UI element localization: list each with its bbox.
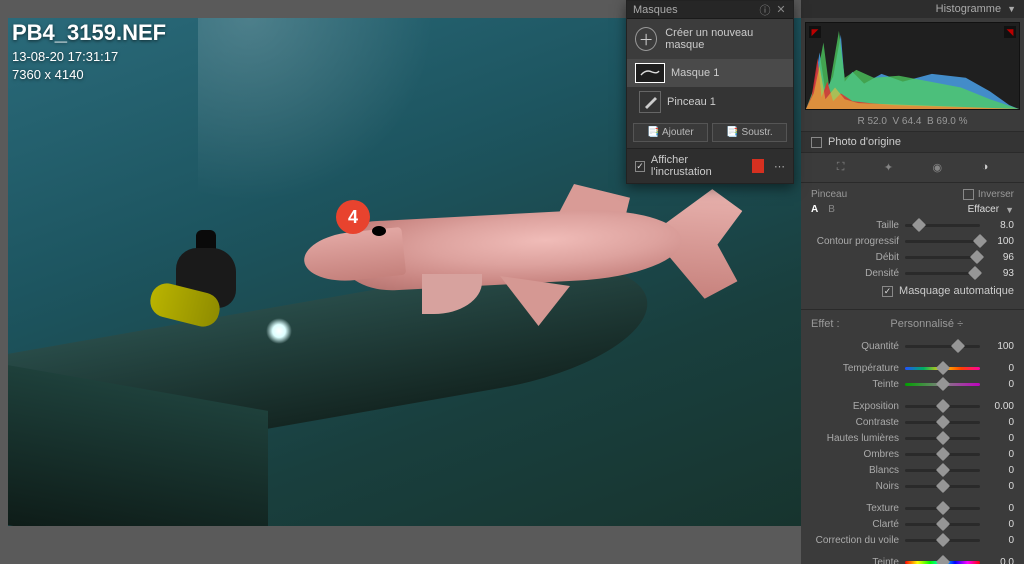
slider-exposition[interactable]: Exposition 0.00 (811, 398, 1014, 414)
overlay-checkbox[interactable]: ✓ (635, 161, 645, 172)
masks-panel[interactable]: Masques ⓘ ✕ ＋ Créer un nouveau masque Ma… (626, 0, 794, 184)
invert-checkbox[interactable] (963, 189, 974, 200)
slider-blancs[interactable]: Blancs 0 (811, 462, 1014, 478)
slider-temperature[interactable]: Température 0 (811, 360, 1014, 376)
slider-contraste[interactable]: Contraste 0 (811, 414, 1014, 430)
slider-taille[interactable]: Taille 8.0 (811, 217, 1014, 233)
redeye-icon[interactable]: ◉ (933, 161, 943, 174)
invert-label: Inverser (978, 189, 1014, 200)
close-icon[interactable]: ✕ (775, 4, 787, 16)
mask-icon[interactable]: ◑ (982, 161, 989, 174)
chevron-down-icon[interactable]: ▼ (1005, 205, 1014, 215)
slider-voile[interactable]: Correction du voile 0 (811, 532, 1014, 548)
brush-a-tab[interactable]: A (811, 204, 818, 215)
step-marker: 4 (336, 200, 370, 234)
fish-mask-overlay (330, 158, 730, 338)
masks-panel-title: Masques (633, 4, 678, 16)
effect-label: Effet : (811, 318, 840, 330)
erase-tab[interactable]: Effacer (968, 204, 1000, 215)
slider-densite[interactable]: Densité 93 (811, 265, 1014, 281)
overlay-menu-icon[interactable]: ⋯ (774, 160, 785, 173)
diver (150, 230, 280, 350)
original-label: Photo d'origine (828, 136, 901, 148)
brush-b-tab[interactable]: B (828, 204, 835, 215)
mask-thumb (635, 63, 665, 83)
automask-label: Masquage automatique (899, 285, 1014, 297)
create-mask-row[interactable]: ＋ Créer un nouveau masque (627, 19, 793, 59)
overlay-label: Afficher l'incrustation (651, 154, 740, 178)
tool-mode-strip: ⛶ ✦ ◉ ◑ (801, 153, 1024, 183)
create-mask-label: Créer un nouveau masque (665, 27, 785, 51)
slider-highlights[interactable]: Hautes lumières 0 (811, 430, 1014, 446)
slider-noirs[interactable]: Noirs 0 (811, 478, 1014, 494)
image-dimensions: 7360 x 4140 (12, 67, 166, 82)
histogram[interactable]: ◤ ◥ (805, 22, 1020, 110)
heal-icon[interactable]: ✦ (884, 161, 893, 174)
rgb-readout: R 52.0 V 64.4 B 69.0 % (801, 114, 1024, 131)
automask-checkbox[interactable]: ✓ (882, 286, 893, 297)
info-icon[interactable]: ⓘ (759, 4, 771, 16)
crop-icon[interactable]: ⛶ (837, 161, 845, 174)
add-mask-icon[interactable]: ＋ (635, 27, 657, 51)
brush-item-label: Pinceau 1 (667, 96, 716, 108)
slider-clarte[interactable]: Clarté 0 (811, 516, 1014, 532)
mask-item-1[interactable]: Masque 1 (627, 59, 793, 87)
slider-teinte[interactable]: Teinte 0 (811, 376, 1014, 392)
image-metadata: PB4_3159.NEF 13-08-20 17:31:17 7360 x 41… (12, 20, 166, 82)
mask-subtract-button[interactable]: 📑 Soustr. (712, 123, 787, 142)
slider-quantite[interactable]: Quantité 100 (811, 338, 1014, 354)
chevron-down-icon[interactable]: ▼ (1007, 4, 1016, 14)
slider-texture[interactable]: Texture 0 (811, 500, 1014, 516)
slider-hue[interactable]: Teinte 0.0 (811, 554, 1014, 564)
mask-add-button[interactable]: 📑 Ajouter (633, 123, 708, 142)
capture-timestamp: 13-08-20 17:31:17 (12, 49, 166, 64)
effect-preset[interactable]: Personnalisé ÷ (890, 318, 963, 330)
mask-item-label: Masque 1 (671, 67, 719, 79)
brush-icon (639, 91, 661, 113)
image-viewport[interactable]: 4 PB4_3159.NEF 13-08-20 17:31:17 7360 x … (0, 0, 801, 564)
brush-section-label: Pinceau (811, 189, 847, 200)
right-sidebar: Histogramme ▼ ◤ ◥ R 52.0 V 64.4 B 69.0 %… (801, 0, 1024, 564)
histogram-title: Histogramme (936, 3, 1001, 15)
slider-contour[interactable]: Contour progressif 100 (811, 233, 1014, 249)
mask-brush-item[interactable]: Pinceau 1 (627, 87, 793, 117)
filename: PB4_3159.NEF (12, 20, 166, 46)
masks-panel-header[interactable]: Masques ⓘ ✕ (627, 1, 793, 19)
original-checkbox[interactable] (811, 137, 822, 148)
slider-ombres[interactable]: Ombres 0 (811, 446, 1014, 462)
slider-debit[interactable]: Débit 96 (811, 249, 1014, 265)
histogram-header[interactable]: Histogramme ▼ (801, 0, 1024, 18)
overlay-color-swatch[interactable] (752, 159, 764, 173)
